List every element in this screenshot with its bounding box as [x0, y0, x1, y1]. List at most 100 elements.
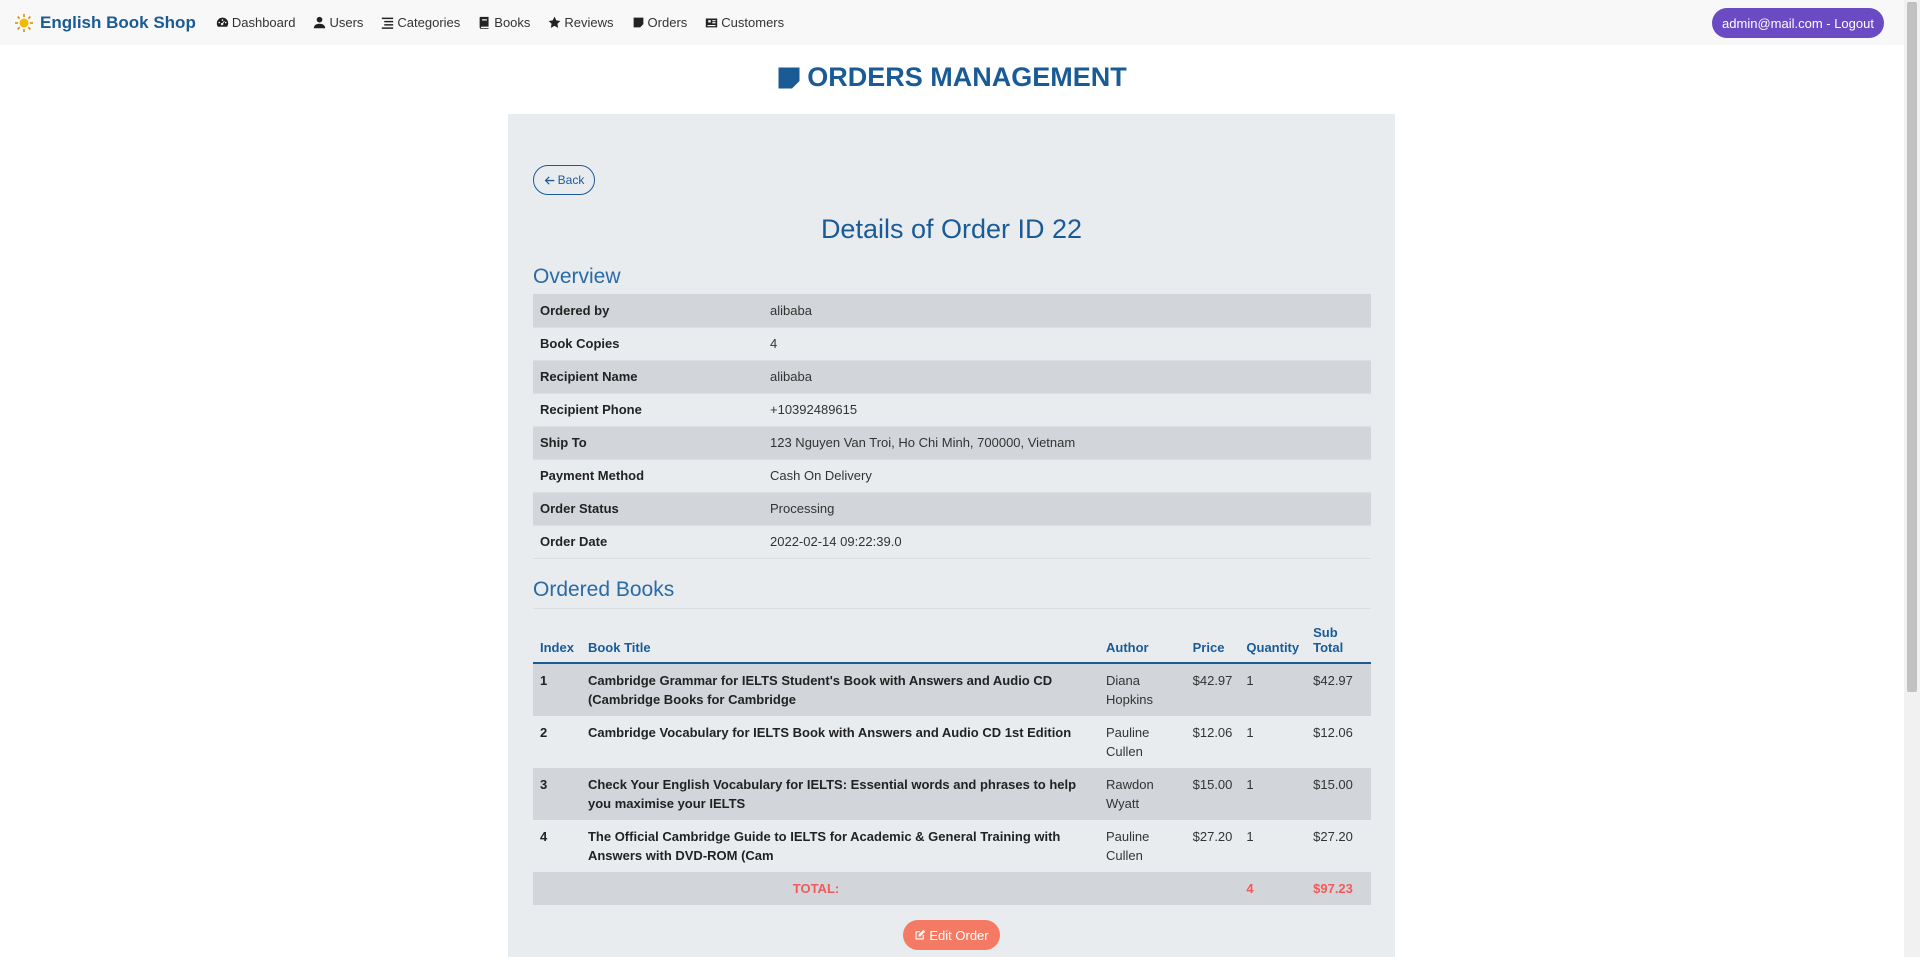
overview-heading: Overview — [533, 265, 621, 288]
book-author: Diana Hopkins — [1105, 672, 1153, 707]
book-quantity: 1 — [1246, 828, 1254, 844]
edit-icon — [915, 929, 926, 940]
overview-value: alibaba — [763, 360, 1371, 394]
overview-value: 123 Nguyen Van Troi, Ho Chi Minh, 700000… — [763, 426, 1371, 460]
logout-button[interactable]: admin@mail.com - Logout — [1712, 8, 1884, 38]
overview-row: Recipient Phone +10392489615 — [533, 393, 1371, 427]
overview-row: Payment Method Cash On Delivery — [533, 459, 1371, 493]
back-button[interactable]: Back — [533, 165, 595, 195]
overview-label: Recipient Phone — [533, 393, 763, 427]
total-empty-cell — [1185, 871, 1240, 905]
overview-table: Ordered by alibaba Book Copies 4 Recipie… — [533, 294, 1371, 559]
book-title: Cambridge Vocabulary for IELTS Book with… — [587, 724, 1072, 740]
book-subtotal: $15.00 — [1313, 776, 1353, 792]
overview-label: Recipient Name — [533, 360, 763, 394]
table-header-row: Index Book Title Author Price Quantity S… — [533, 608, 1371, 664]
nav-dashboard-label: Dashboard — [231, 15, 296, 30]
overview-value: 4 — [763, 327, 1371, 361]
edit-order-label: Edit Order — [929, 927, 989, 943]
overview-label: Book Copies — [533, 327, 763, 361]
dashboard-icon — [216, 17, 229, 27]
overview-row: Book Copies 4 — [533, 327, 1371, 361]
total-empty-cell — [1098, 871, 1186, 905]
nav-categories[interactable]: Categories — [381, 15, 460, 30]
book-author: Pauline Cullen — [1105, 828, 1150, 863]
total-quantity: 4 — [1239, 871, 1307, 905]
table-row: 1 Cambridge Grammar for IELTS Student's … — [533, 662, 1371, 716]
ordered-books-table: Index Book Title Author Price Quantity S… — [533, 608, 1371, 905]
overview-row: Ordered by alibaba — [533, 294, 1371, 328]
user-icon — [314, 16, 326, 29]
page-scrollbar[interactable] — [1904, 0, 1920, 957]
column-header-quantity: Quantity — [1239, 608, 1307, 664]
total-label: TOTAL: — [533, 871, 1099, 905]
overview-row: Order Date 2022-02-14 09:22:39.0 — [533, 525, 1371, 559]
book-title: Cambridge Grammar for IELTS Student's Bo… — [587, 672, 1053, 707]
book-title: Check Your English Vocabulary for IELTS:… — [587, 776, 1077, 811]
overview-row: Order Status Processing — [533, 492, 1371, 526]
column-header-price: Price — [1185, 608, 1240, 664]
ordered-books-heading: Ordered Books — [533, 578, 675, 601]
overview-value: 2022-02-14 09:22:39.0 — [763, 525, 1371, 559]
scrollbar-thumb[interactable] — [1907, 2, 1917, 692]
nav-customers[interactable]: Customers — [705, 15, 784, 30]
overview-label: Ordered by — [533, 294, 763, 328]
overview-label: Order Status — [533, 492, 763, 526]
details-title: Details of Order ID 22 — [820, 214, 1083, 244]
book-subtotal: $42.97 — [1313, 672, 1353, 688]
nav-orders[interactable]: Orders — [632, 15, 687, 30]
nav-reviews-label: Reviews — [564, 15, 614, 30]
book-price: $27.20 — [1192, 828, 1233, 844]
table-row: 4 The Official Cambridge Guide to IELTS … — [533, 820, 1371, 872]
book-author: Rawdon Wyatt — [1105, 776, 1154, 811]
nav-reviews[interactable]: Reviews — [548, 15, 614, 30]
nav-customers-label: Customers — [721, 15, 785, 30]
brand-name: English Book Shop — [40, 12, 196, 32]
brand-link[interactable]: English Book Shop — [14, 13, 196, 33]
overview-label: Payment Method — [533, 459, 763, 493]
overview-value: +10392489615 — [763, 393, 1371, 427]
top-navbar: English Book Shop Dashboard Users Catego… — [0, 0, 1904, 45]
book-index: 3 — [540, 776, 548, 792]
book-quantity: 1 — [1246, 776, 1254, 792]
book-index: 1 — [540, 672, 548, 688]
nav-categories-label: Categories — [397, 15, 461, 30]
order-details-card: Back Details of Order ID 22 Overview Ord… — [508, 114, 1395, 957]
column-header-index: Index — [533, 608, 581, 664]
star-icon — [549, 16, 561, 28]
column-header-subtotal: Sub Total — [1306, 608, 1371, 664]
list-icon — [382, 17, 394, 29]
table-row: 3 Check Your English Vocabulary for IELT… — [533, 767, 1371, 820]
overview-value: Processing — [763, 492, 1371, 526]
book-title: The Official Cambridge Guide to IELTS fo… — [587, 828, 1061, 863]
nav-users[interactable]: Users — [313, 15, 363, 30]
sun-logo-icon — [15, 13, 33, 32]
book-quantity: 1 — [1246, 724, 1254, 740]
nav-dashboard[interactable]: Dashboard — [216, 15, 296, 30]
book-subtotal: $12.06 — [1313, 724, 1353, 740]
book-subtotal: $27.20 — [1313, 828, 1353, 844]
arrow-left-icon — [544, 175, 554, 185]
overview-label: Order Date — [533, 525, 763, 559]
column-header-author: Author — [1098, 608, 1186, 664]
table-row: 2 Cambridge Vocabulary for IELTS Book wi… — [533, 716, 1371, 768]
book-icon — [479, 16, 489, 29]
page-title: ORDERS MANAGEMENT — [0, 62, 1904, 93]
order-icon — [633, 17, 643, 28]
nav-users-label: Users — [329, 15, 364, 30]
page-title-text: ORDERS MANAGEMENT — [807, 62, 1127, 92]
back-button-label: Back — [557, 173, 585, 187]
book-author: Pauline Cullen — [1105, 724, 1150, 759]
overview-row: Recipient Name alibaba — [533, 360, 1371, 394]
total-amount: $97.23 — [1306, 871, 1371, 905]
edit-order-button[interactable]: Edit Order — [903, 920, 1000, 950]
nav-books[interactable]: Books — [478, 15, 530, 30]
book-price: $15.00 — [1192, 776, 1233, 792]
order-icon — [778, 67, 800, 88]
overview-row: Ship To 123 Nguyen Van Troi, Ho Chi Minh… — [533, 426, 1371, 460]
total-row: TOTAL: 4 $97.23 — [533, 871, 1371, 905]
overview-value: Cash On Delivery — [763, 459, 1371, 493]
book-index: 2 — [540, 724, 548, 740]
book-price: $42.97 — [1192, 672, 1233, 688]
column-header-title: Book Title — [580, 608, 1099, 664]
